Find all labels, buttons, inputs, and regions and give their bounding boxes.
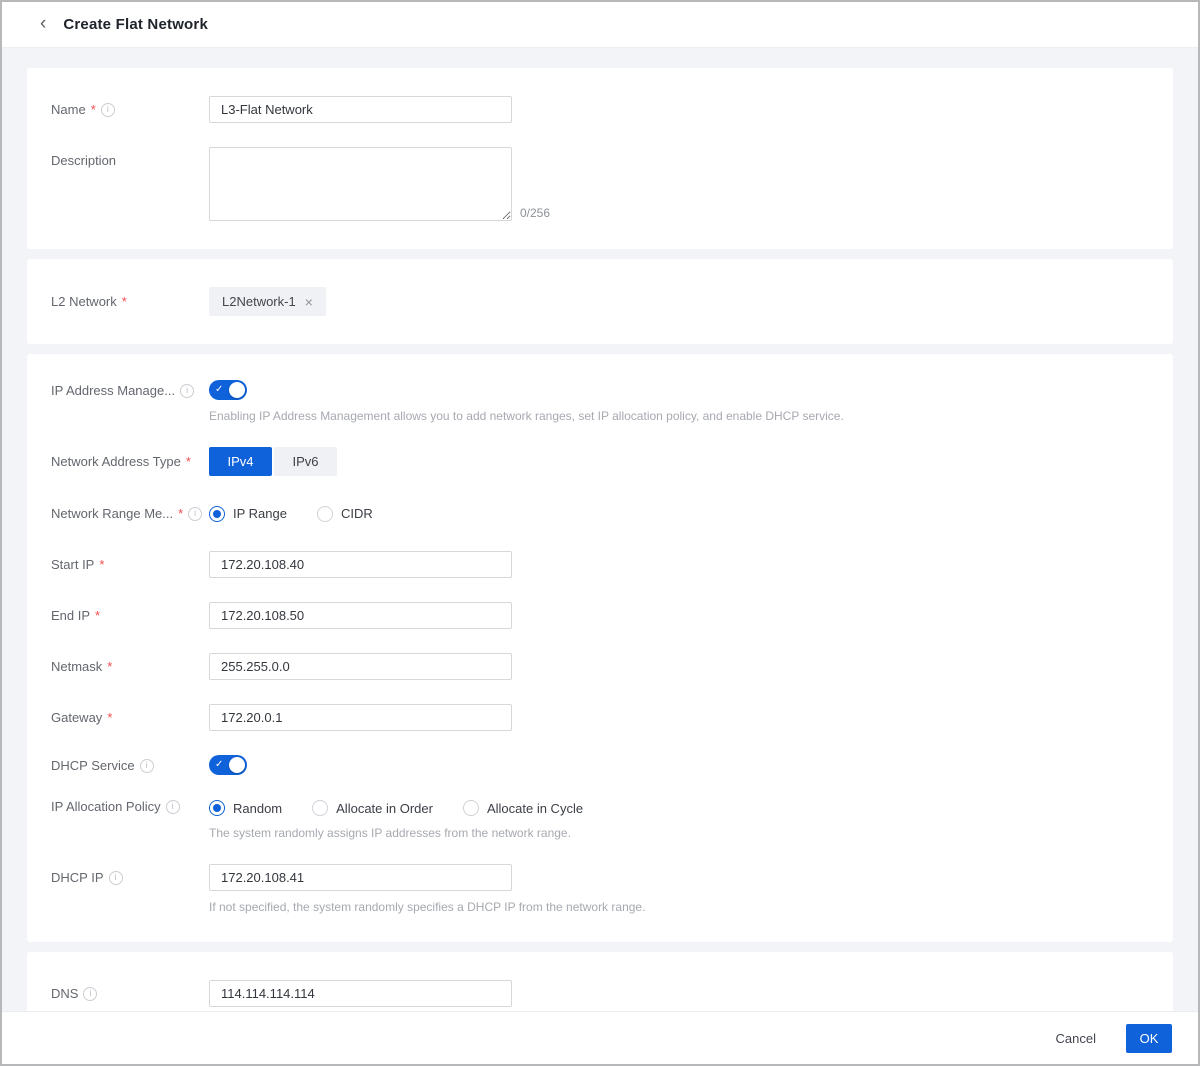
range-method-radio-group: IP Range CIDR — [209, 500, 373, 527]
network-address-type-label: Network Address Type — [51, 454, 181, 469]
form-row-gateway: Gateway * — [51, 704, 1149, 731]
check-icon: ✓ — [215, 385, 223, 395]
required-mark: * — [99, 557, 104, 572]
radio-ip-range[interactable]: IP Range — [209, 506, 287, 522]
card-basic-info: Name * i Description 0/256 — [27, 68, 1173, 249]
card-l2-network: L2 Network * L2Network-1 × — [27, 259, 1173, 344]
form-row-end-ip: End IP * — [51, 602, 1149, 629]
dns-input[interactable] — [209, 980, 512, 1007]
description-textarea[interactable] — [209, 147, 512, 221]
page-header: ‹ Create Flat Network — [2, 2, 1198, 48]
check-icon: ✓ — [215, 760, 223, 770]
start-ip-input[interactable] — [209, 551, 512, 578]
name-input[interactable] — [209, 96, 512, 123]
radio-icon — [209, 506, 225, 522]
info-icon[interactable]: i — [140, 759, 154, 773]
ipv6-button[interactable]: IPv6 — [274, 447, 337, 476]
info-icon[interactable]: i — [180, 384, 194, 398]
l2-network-label: L2 Network — [51, 294, 117, 309]
dhcp-ip-input[interactable] — [209, 864, 512, 891]
gateway-label: Gateway — [51, 710, 102, 725]
char-counter: 0/256 — [520, 206, 550, 221]
info-icon[interactable]: i — [109, 871, 123, 885]
address-type-segmented: IPv4 IPv6 — [209, 447, 337, 476]
info-icon[interactable]: i — [101, 103, 115, 117]
end-ip-input[interactable] — [209, 602, 512, 629]
toggle-knob — [229, 757, 245, 773]
ip-allocation-policy-label: IP Allocation Policy — [51, 799, 161, 814]
dns-label: DNS — [51, 986, 78, 1001]
name-label: Name — [51, 102, 86, 117]
radio-cidr[interactable]: CIDR — [317, 506, 373, 522]
form-row-network-address-type: Network Address Type * IPv4 IPv6 — [51, 447, 1149, 476]
start-ip-label: Start IP — [51, 557, 94, 572]
form-row-ip-mgmt: IP Address Manage... i ✓ Enabling IP Add… — [51, 380, 1149, 423]
dhcp-service-label: DHCP Service — [51, 758, 135, 773]
info-icon[interactable]: i — [83, 987, 97, 1001]
radio-icon — [463, 800, 479, 816]
info-icon[interactable]: i — [166, 800, 180, 814]
toggle-knob — [229, 382, 245, 398]
tag-remove-icon[interactable]: × — [305, 295, 313, 309]
form-row-start-ip: Start IP * — [51, 551, 1149, 578]
required-mark: * — [107, 710, 112, 725]
card-ip-management: IP Address Manage... i ✓ Enabling IP Add… — [27, 354, 1173, 942]
form-row-network-range-method: Network Range Me... * i IP Range CIDR — [51, 500, 1149, 527]
radio-allocate-in-cycle[interactable]: Allocate in Cycle — [463, 800, 583, 816]
ip-mgmt-toggle[interactable]: ✓ — [209, 380, 247, 400]
required-mark: * — [178, 506, 183, 521]
card-dns: DNS i — [27, 952, 1173, 1011]
form-row-l2-network: L2 Network * L2Network-1 × — [51, 287, 1149, 316]
required-mark: * — [91, 102, 96, 117]
cancel-button[interactable]: Cancel — [1056, 1031, 1096, 1046]
ok-button[interactable]: OK — [1126, 1024, 1172, 1053]
allocation-policy-help: The system randomly assigns IP addresses… — [209, 826, 583, 840]
description-label: Description — [51, 153, 116, 168]
action-bar: Cancel OK — [2, 1011, 1198, 1064]
gateway-input[interactable] — [209, 704, 512, 731]
dhcp-ip-label: DHCP IP — [51, 870, 104, 885]
required-mark: * — [107, 659, 112, 674]
netmask-label: Netmask — [51, 659, 102, 674]
required-mark: * — [186, 454, 191, 469]
ipv4-button[interactable]: IPv4 — [209, 447, 272, 476]
dhcp-ip-help: If not specified, the system randomly sp… — [209, 900, 645, 914]
radio-icon — [317, 506, 333, 522]
netmask-input[interactable] — [209, 653, 512, 680]
form-content: Name * i Description 0/256 L2 Netw — [2, 48, 1198, 1011]
form-row-dhcp-service: DHCP Service i ✓ — [51, 755, 1149, 775]
l2-network-tag[interactable]: L2Network-1 × — [209, 287, 326, 316]
form-row-ip-allocation-policy: IP Allocation Policy i Random Allocate i… — [51, 799, 1149, 840]
info-icon[interactable]: i — [188, 507, 202, 521]
end-ip-label: End IP — [51, 608, 90, 623]
required-mark: * — [95, 608, 100, 623]
ip-mgmt-label: IP Address Manage... — [51, 383, 175, 398]
radio-allocate-in-order[interactable]: Allocate in Order — [312, 800, 433, 816]
radio-icon — [312, 800, 328, 816]
allocation-policy-radio-group: Random Allocate in Order Allocate in Cyc… — [209, 799, 583, 817]
form-row-dns: DNS i — [51, 980, 1149, 1007]
back-icon[interactable]: ‹ — [40, 14, 46, 35]
l2-network-tag-label: L2Network-1 — [222, 294, 296, 309]
form-row-netmask: Netmask * — [51, 653, 1149, 680]
required-mark: * — [122, 294, 127, 309]
radio-icon — [209, 800, 225, 816]
form-row-name: Name * i — [51, 96, 1149, 123]
form-row-dhcp-ip: DHCP IP i If not specified, the system r… — [51, 864, 1149, 914]
network-range-method-label: Network Range Me... — [51, 506, 173, 521]
dhcp-service-toggle[interactable]: ✓ — [209, 755, 247, 775]
page-title: Create Flat Network — [63, 16, 208, 33]
form-row-description: Description 0/256 — [51, 147, 1149, 221]
radio-random[interactable]: Random — [209, 800, 282, 816]
ip-mgmt-help: Enabling IP Address Management allows yo… — [209, 409, 844, 423]
